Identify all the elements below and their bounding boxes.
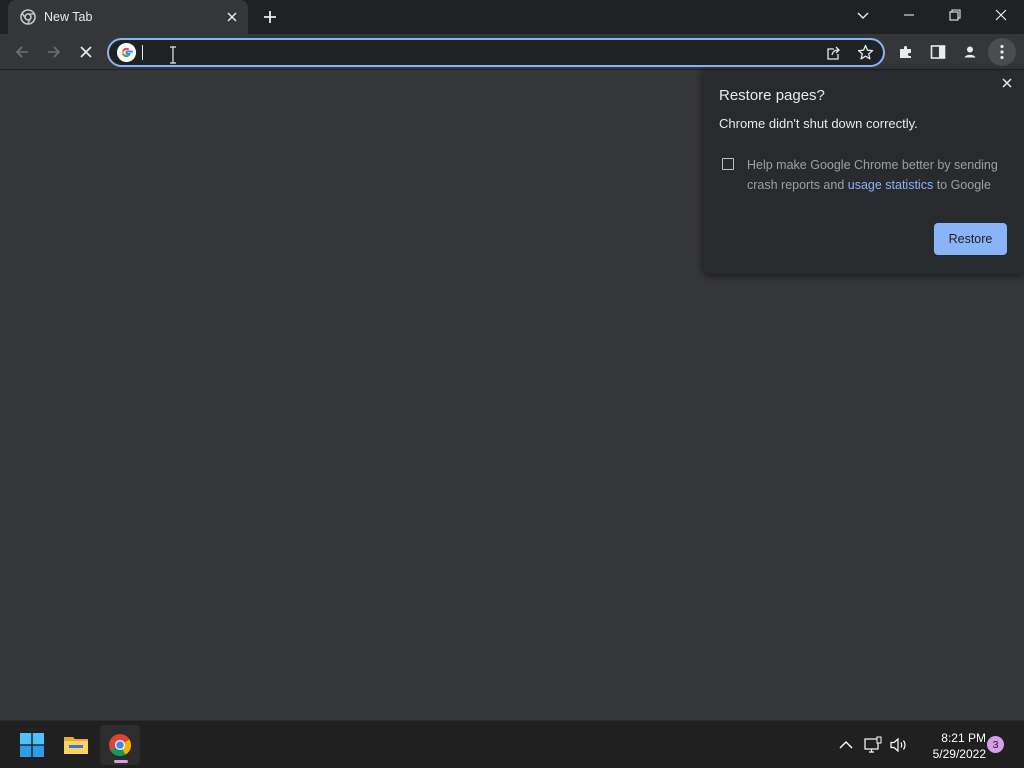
tab-strip: New Tab <box>0 0 1024 34</box>
clock-date: 5/29/2022 <box>932 747 986 761</box>
tab-close-icon[interactable] <box>224 9 240 25</box>
chrome-taskbar-button[interactable] <box>100 725 140 765</box>
taskbar: 8:21 PM 5/29/2022 3 <box>0 720 1024 768</box>
tab-search-button[interactable] <box>840 0 886 30</box>
active-app-indicator <box>114 760 128 763</box>
crash-reports-checkbox[interactable] <box>722 158 734 170</box>
arrow-right-icon <box>48 46 61 58</box>
text-caret <box>142 45 143 60</box>
profile-button[interactable] <box>956 38 984 66</box>
extensions-button[interactable] <box>892 38 920 66</box>
back-button[interactable] <box>8 38 36 66</box>
network-icon[interactable] <box>863 735 883 755</box>
address-input[interactable] <box>141 42 801 63</box>
close-icon <box>995 9 1007 21</box>
more-vert-icon <box>1000 44 1004 60</box>
dialog-title: Restore pages? <box>719 87 825 104</box>
close-window-button[interactable] <box>978 0 1024 30</box>
usage-statistics-link[interactable]: usage statistics <box>848 178 933 192</box>
text-cursor-icon <box>170 46 176 64</box>
minimize-button[interactable] <box>886 0 932 30</box>
close-icon[interactable] <box>999 75 1015 91</box>
file-explorer-button[interactable] <box>56 725 96 765</box>
restore-window-button[interactable] <box>932 0 978 30</box>
puzzle-icon <box>900 46 911 58</box>
clock-time: 8:21 PM <box>941 731 986 745</box>
bookmark-star-icon[interactable] <box>857 44 874 61</box>
restore-button[interactable]: Restore <box>934 223 1007 255</box>
screen: New Tab Restore pages? Chrome didn't shu… <box>0 0 1024 768</box>
notification-badge[interactable]: 3 <box>987 736 1004 753</box>
side-panel-icon <box>930 45 946 59</box>
volume-icon[interactable] <box>889 735 909 755</box>
side-panel-button[interactable] <box>924 38 952 66</box>
chevron-down-icon <box>857 12 869 19</box>
help-text-end: to Google <box>933 178 991 192</box>
minimize-icon <box>904 14 914 16</box>
arrow-left-icon <box>15 46 28 58</box>
person-icon <box>961 43 979 61</box>
new-tab-icon[interactable] <box>258 6 282 28</box>
dialog-message: Chrome didn't shut down correctly. <box>719 116 918 131</box>
taskbar-clock[interactable]: 8:21 PM 5/29/2022 <box>910 730 986 762</box>
start-button[interactable] <box>12 725 52 765</box>
restore-pages-dialog: Restore pages? Chrome didn't shut down c… <box>703 70 1024 274</box>
restore-window-icon <box>949 9 961 21</box>
file-explorer-icon <box>64 737 88 754</box>
forward-button[interactable] <box>40 38 68 66</box>
tab-title: New Tab <box>44 10 93 24</box>
start-icon <box>20 733 44 757</box>
google-g-icon <box>117 43 136 62</box>
toolbar <box>0 34 1024 70</box>
share-icon[interactable] <box>825 45 841 61</box>
stop-loading-button[interactable] <box>72 38 100 66</box>
menu-button[interactable] <box>988 38 1016 66</box>
tab-new-tab[interactable]: New Tab <box>8 0 248 34</box>
crash-reports-label: Help make Google Chrome better by sendin… <box>747 155 1009 195</box>
chevron-up-icon[interactable] <box>836 735 856 755</box>
address-bar[interactable] <box>107 38 885 67</box>
close-icon <box>80 46 92 58</box>
chrome-favicon-icon <box>20 9 36 25</box>
chrome-icon <box>109 734 131 756</box>
